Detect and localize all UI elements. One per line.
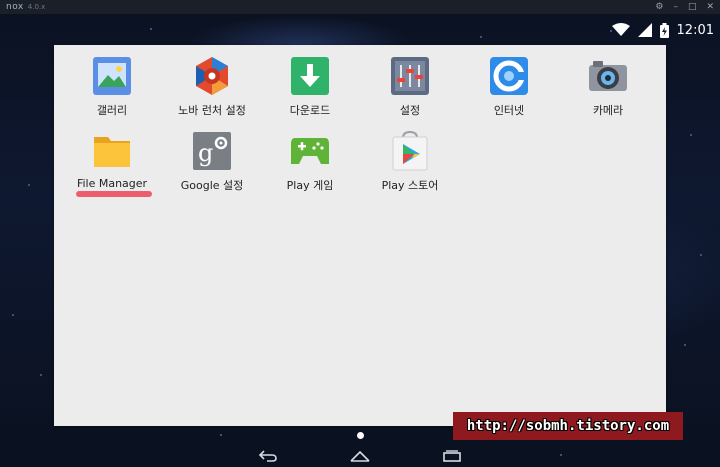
svg-text:g: g	[198, 139, 213, 167]
app-play-store[interactable]: Play 스토어	[360, 130, 460, 200]
emulator-brand: nox 4.0.x	[6, 2, 45, 12]
camera-icon	[587, 55, 629, 97]
nova-launcher-icon	[191, 55, 233, 97]
app-label: Google 설정	[180, 179, 244, 192]
emulator-titlebar: nox 4.0.x ⚙ – □ ✕	[0, 0, 720, 14]
android-screen: 12:01 갤러리 노바 런처 설정 다운로드 설정 인터넷 카메라 File …	[0, 14, 720, 467]
window-controls: ⚙ – □ ✕	[655, 2, 714, 12]
status-bar: 12:01	[611, 20, 720, 40]
recent-apps-button[interactable]	[441, 448, 463, 464]
page-indicator-dot	[357, 432, 364, 439]
back-button[interactable]	[257, 448, 279, 464]
home-icon	[350, 450, 370, 462]
app-label: File Manager	[76, 177, 148, 190]
app-label: 다운로드	[289, 104, 331, 117]
signal-icon	[637, 23, 652, 37]
settings-gear-icon[interactable]: ⚙	[655, 2, 663, 12]
nav-bar	[0, 445, 720, 467]
status-time: 12:01	[676, 22, 714, 38]
back-arrow-icon	[259, 450, 277, 462]
folder-icon	[91, 130, 133, 172]
app-label: 설정	[399, 104, 421, 117]
app-drawer: 갤러리 노바 런처 설정 다운로드 설정 인터넷 카메라 File Manage…	[54, 45, 666, 426]
app-label: 인터넷	[493, 104, 525, 117]
app-file-manager[interactable]: File Manager	[62, 130, 162, 200]
play-games-icon	[289, 130, 331, 172]
app-label: 카메라	[592, 104, 624, 117]
app-label: 갤러리	[96, 104, 128, 117]
download-icon	[289, 55, 331, 97]
play-store-icon	[389, 130, 431, 172]
settings-sliders-icon	[389, 55, 431, 97]
watermark-banner: http://sobmh.tistory.com	[453, 412, 683, 440]
close-icon[interactable]: ✕	[706, 2, 714, 12]
wifi-icon	[611, 23, 630, 36]
app-internet[interactable]: 인터넷	[459, 55, 559, 125]
app-play-games[interactable]: Play 게임	[260, 130, 360, 200]
watermark-text: http://sobmh.tistory.com	[466, 418, 670, 434]
app-google-settings[interactable]: g Google 설정	[162, 130, 262, 200]
app-label: Play 게임	[286, 179, 334, 192]
minimize-icon[interactable]: –	[673, 2, 678, 12]
browser-icon	[488, 55, 530, 97]
app-label: 노바 런처 설정	[178, 104, 246, 117]
app-nova-launcher-settings[interactable]: 노바 런처 설정	[162, 55, 262, 125]
google-settings-icon: g	[191, 130, 233, 172]
file-manager-highlight-underline	[76, 191, 152, 197]
app-camera[interactable]: 카메라	[558, 55, 658, 125]
maximize-icon[interactable]: □	[688, 2, 697, 12]
app-settings[interactable]: 설정	[360, 55, 460, 125]
app-download[interactable]: 다운로드	[260, 55, 360, 125]
battery-charging-icon	[659, 22, 669, 38]
nox-logo: nox	[6, 2, 24, 12]
home-button[interactable]	[349, 448, 371, 464]
recent-apps-icon	[443, 450, 461, 462]
app-label: Play 스토어	[381, 179, 439, 192]
gallery-icon	[91, 55, 133, 97]
emulator-version: 4.0.x	[27, 3, 46, 11]
app-gallery[interactable]: 갤러리	[62, 55, 162, 125]
